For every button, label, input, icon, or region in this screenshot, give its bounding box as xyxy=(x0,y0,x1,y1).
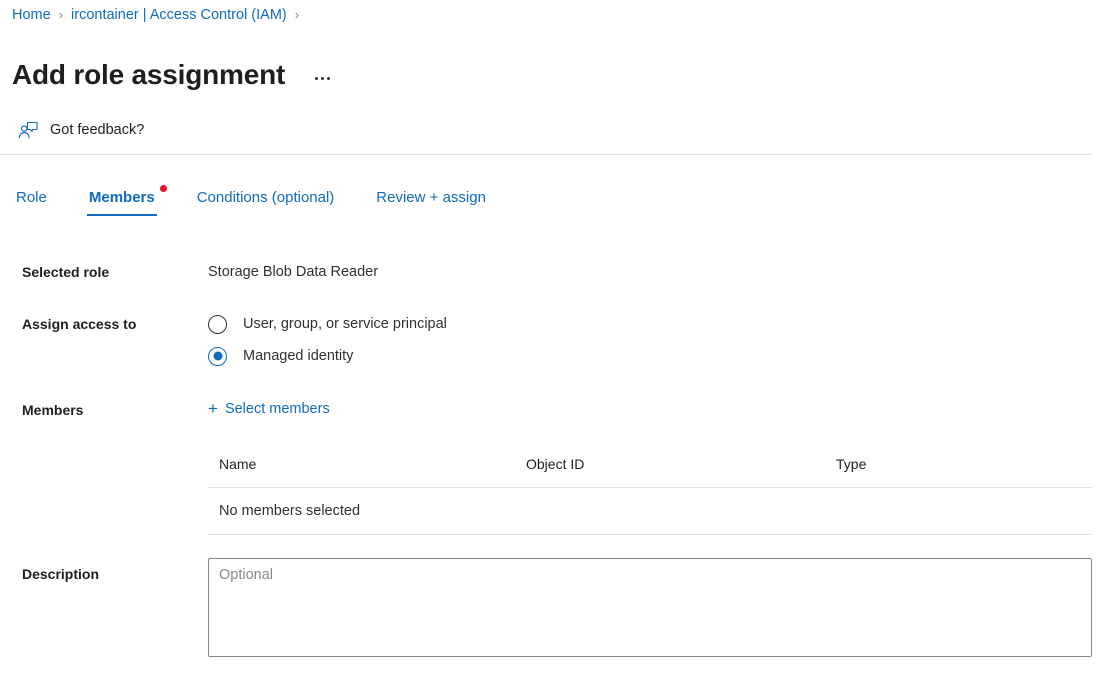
radio-user-group-service-principal-label: User, group, or service principal xyxy=(243,314,447,334)
wizard-tabs: Role Members Conditions (optional) Revie… xyxy=(14,185,488,216)
command-bar: Got feedback? xyxy=(0,112,1092,155)
ellipsis-dot xyxy=(327,77,330,80)
more-commands-ellipsis-icon[interactable] xyxy=(309,73,336,84)
tab-conditions-label: Conditions (optional) xyxy=(197,189,335,206)
description-textarea[interactable] xyxy=(208,558,1092,657)
page-header: Add role assignment xyxy=(12,38,336,112)
tab-review-assign-label: Review + assign xyxy=(376,189,486,206)
radio-selected-icon xyxy=(208,347,227,366)
select-members-label: Select members xyxy=(225,401,330,417)
radio-user-group-service-principal[interactable]: User, group, or service principal xyxy=(208,314,447,334)
column-header-object-id: Object ID xyxy=(526,455,836,473)
got-feedback-label: Got feedback? xyxy=(50,122,144,138)
breadcrumb-chevron-icon-trailing: › xyxy=(295,4,299,26)
tab-review-assign[interactable]: Review + assign xyxy=(374,185,488,216)
got-feedback-button[interactable]: Got feedback? xyxy=(14,118,148,142)
breadcrumb-item-home[interactable]: Home xyxy=(12,4,51,26)
selected-role-value: Storage Blob Data Reader xyxy=(208,262,378,282)
column-header-type: Type xyxy=(836,455,1036,473)
description-label: Description xyxy=(22,564,99,584)
select-members-button[interactable]: + Select members xyxy=(208,400,330,417)
radio-unselected-icon xyxy=(208,315,227,334)
tab-members-required-badge-icon xyxy=(160,185,167,192)
page-title: Add role assignment xyxy=(12,57,285,93)
radio-managed-identity-label: Managed identity xyxy=(243,346,353,366)
radio-managed-identity[interactable]: Managed identity xyxy=(208,346,447,366)
feedback-person-icon xyxy=(18,121,38,139)
tab-conditions[interactable]: Conditions (optional) xyxy=(195,185,337,216)
members-table: Name Object ID Type No members selected xyxy=(208,455,1092,535)
tab-role-label: Role xyxy=(16,189,47,206)
assign-access-to-label: Assign access to xyxy=(22,314,136,334)
members-table-header: Name Object ID Type xyxy=(208,455,1092,488)
select-members-container: + Select members xyxy=(208,400,330,419)
tab-members-label: Members xyxy=(89,189,155,206)
selected-role-label: Selected role xyxy=(22,262,109,282)
breadcrumb: Home › ircontainer | Access Control (IAM… xyxy=(12,4,307,26)
members-label: Members xyxy=(22,400,83,420)
column-header-name: Name xyxy=(208,455,526,473)
breadcrumb-item-ircontainer-access-control[interactable]: ircontainer | Access Control (IAM) xyxy=(71,4,287,26)
ellipsis-dot xyxy=(321,77,324,80)
ellipsis-dot xyxy=(315,77,318,80)
tab-role[interactable]: Role xyxy=(14,185,49,216)
tab-members[interactable]: Members xyxy=(87,185,157,216)
breadcrumb-chevron-icon: › xyxy=(59,4,63,26)
members-table-empty-message: No members selected xyxy=(208,503,360,519)
assign-access-to-radio-group: User, group, or service principal Manage… xyxy=(208,314,447,366)
plus-icon: + xyxy=(208,400,218,417)
members-table-empty-row: No members selected xyxy=(208,488,1092,535)
